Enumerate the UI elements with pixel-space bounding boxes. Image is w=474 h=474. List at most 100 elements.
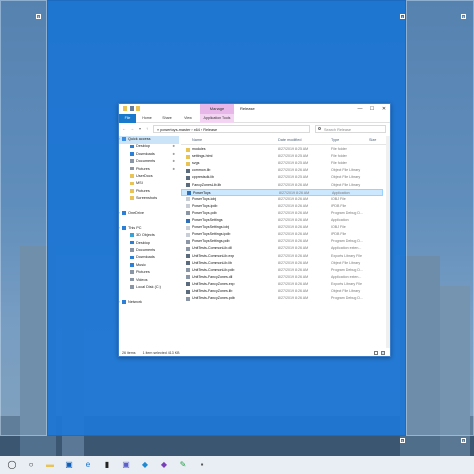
terminal-icon[interactable]: ▮ xyxy=(101,459,113,471)
file-name: cpprestsdk.lib xyxy=(192,175,214,180)
file-name: PowerToysSettings xyxy=(192,218,223,222)
back-button[interactable]: ← xyxy=(121,124,127,134)
nav-item[interactable]: Documents xyxy=(119,247,179,255)
file-row[interactable]: UnitTests-CommonLib.pdb 8/27/2019 8:26 AM… xyxy=(181,267,383,274)
nav-item[interactable]: › This PC xyxy=(119,225,179,233)
forward-button[interactable]: → xyxy=(129,124,135,134)
large-icons-view-icon[interactable] xyxy=(381,351,385,355)
tab-view[interactable]: View xyxy=(181,114,195,123)
file-list[interactable]: Name Date modified Type Size modules 8/27… xyxy=(181,136,390,348)
file-row[interactable]: common.lib 8/27/2019 8:26 AM Object File L… xyxy=(181,167,383,174)
nav-item[interactable]: MSI xyxy=(119,180,179,188)
vertical-scrollbar[interactable] xyxy=(386,136,390,348)
chevron-right-icon[interactable]: › xyxy=(119,299,120,307)
nav-item[interactable]: 3D Objects xyxy=(119,232,179,240)
tab-share[interactable]: Share xyxy=(160,114,174,123)
nav-item[interactable]: Pictures xyxy=(119,188,179,196)
column-header-date[interactable]: Date modified xyxy=(278,136,301,145)
file-row[interactable]: PowerToysSettings.iobj 8/27/2019 8:26 AM I… xyxy=(181,224,383,231)
file-name: PowerToysSettings.iobj xyxy=(192,225,230,230)
search-taskbar-icon[interactable]: ○ xyxy=(25,459,37,471)
nav-item[interactable]: Local Disk (C:) xyxy=(119,284,179,292)
folder-icon xyxy=(186,154,190,159)
chevron-right-icon[interactable]: › xyxy=(119,225,120,233)
nav-item[interactable]: Pictures ✱ xyxy=(119,166,179,174)
navigation-pane[interactable]: › Quick access Desktop ✱ Downloads ✱ Documents… xyxy=(119,136,179,348)
edge-icon[interactable]: e xyxy=(82,459,94,471)
file-row[interactable]: PowerToys.iobj 8/27/2019 8:26 AM IOBJ File xyxy=(181,196,383,203)
nav-item[interactable]: Screenshots xyxy=(119,195,179,203)
properties-icon[interactable] xyxy=(130,106,134,111)
manage-contextual-tab[interactable]: Manage xyxy=(200,104,234,114)
file-row[interactable]: UnitTests-CommonLib.lib 8/27/2019 8:26 AM… xyxy=(181,260,383,267)
nav-item[interactable]: Downloads xyxy=(119,254,179,262)
outlook-icon[interactable]: ▣ xyxy=(63,459,75,471)
file-row[interactable]: svgs 8/27/2019 8:25 AM File folder xyxy=(181,160,383,167)
minimize-button[interactable]: — xyxy=(354,104,366,114)
file-row[interactable]: UnitTests-FancyZones.exp 8/27/2019 8:26 A… xyxy=(181,281,383,288)
file-row[interactable]: PowerToysSettings.ipdb 8/27/2019 8:26 AM I… xyxy=(181,231,383,238)
column-header-name[interactable]: Name xyxy=(192,136,202,145)
paint-icon[interactable]: ✎ xyxy=(177,459,189,471)
nav-item[interactable]: › Quick access xyxy=(119,136,179,144)
tab-home[interactable]: Home xyxy=(140,114,154,123)
file-date: 8/27/2019 8:26 AM xyxy=(278,225,309,230)
details-view-icon[interactable] xyxy=(374,351,378,355)
file-row[interactable]: PowerToysSettings 8/27/2019 8:26 AM Applic… xyxy=(181,217,383,224)
nav-item[interactable]: Music xyxy=(119,262,179,270)
app-icon xyxy=(186,218,190,223)
file-row[interactable]: settings-html 8/27/2019 8:25 AM File folde… xyxy=(181,153,383,160)
lib-icon xyxy=(186,282,190,287)
visual-studio-icon[interactable]: ◆ xyxy=(158,459,170,471)
nav-item[interactable]: › OneDrive xyxy=(119,210,179,218)
file-row[interactable]: PowerToys.ipdb 8/27/2019 8:26 AM IPDB File xyxy=(181,203,383,210)
file-row[interactable]: UnitTests-CommonLib.dll 8/27/2019 8:26 AM… xyxy=(181,245,383,252)
file-row[interactable]: UnitTests-CommonLib.exp 8/27/2019 8:26 AM… xyxy=(181,253,383,260)
column-header-size[interactable]: Size xyxy=(369,136,376,145)
title-bar[interactable]: Manage Release — ☐ ✕ xyxy=(119,104,390,114)
tab-file[interactable]: File xyxy=(119,114,136,123)
nav-item[interactable]: Videos xyxy=(119,277,179,285)
nav-item-label: Desktop xyxy=(136,144,150,149)
file-row[interactable]: UnitTests-FancyZones.lib 8/27/2019 8:26 A… xyxy=(181,288,383,295)
up-button[interactable]: ↑ xyxy=(144,124,150,134)
chevron-right-icon[interactable]: › xyxy=(119,210,120,218)
documents-icon xyxy=(130,248,134,252)
start-icon[interactable]: ◯ xyxy=(6,459,18,471)
tab-application-tools[interactable]: Application Tools xyxy=(200,114,234,123)
nav-item[interactable]: Desktop xyxy=(119,240,179,248)
file-row[interactable]: cpprestsdk.lib 8/27/2019 8:25 AM Object Fi… xyxy=(181,174,383,181)
chevron-right-icon[interactable]: › xyxy=(119,136,120,144)
nav-item-label: Pictures xyxy=(136,166,150,171)
nav-item[interactable]: Desktop ✱ xyxy=(119,143,179,151)
file-type: IOBJ File xyxy=(331,196,346,201)
nav-item[interactable]: › Network xyxy=(119,299,179,307)
zone-number-label: 1 xyxy=(36,14,41,19)
file-row[interactable]: PowerToys.pdb 8/27/2019 8:26 AM Program De… xyxy=(181,210,383,217)
file-type: IPDB File xyxy=(331,203,347,208)
file-row[interactable]: PowerToysSettings.pdb 8/27/2019 8:26 AM Pr… xyxy=(181,238,383,245)
app-icon-extra[interactable]: ▪ xyxy=(196,459,208,471)
file-row[interactable]: UnitTests-FancyZones.pdb 8/27/2019 8:26 A… xyxy=(181,295,383,302)
file-row[interactable]: UnitTests-FancyZones.dll 8/27/2019 8:26 A… xyxy=(181,274,383,281)
file-type: Program Debug D... xyxy=(331,296,363,301)
file-row[interactable]: FancyZonesLib.lib 8/27/2019 8:26 AM Object… xyxy=(181,182,383,189)
nav-item[interactable]: Pictures xyxy=(119,269,179,277)
chevron-down-icon[interactable]: ▾ xyxy=(137,124,143,134)
nav-item[interactable]: Documents ✱ xyxy=(119,158,179,166)
search-input[interactable]: Search Release xyxy=(315,125,386,133)
maximize-button[interactable]: ☐ xyxy=(366,104,378,114)
file-explorer-window[interactable]: Manage Release — ☐ ✕ File Home Share Vie… xyxy=(118,103,391,357)
file-row[interactable]: PowerToys 8/27/2019 8:26 AM Application xyxy=(181,188,383,196)
vscode-icon[interactable]: ◆ xyxy=(139,459,151,471)
close-button[interactable]: ✕ xyxy=(378,104,390,114)
nav-item[interactable]: Downloads ✱ xyxy=(119,151,179,159)
column-header-type[interactable]: Type xyxy=(331,136,339,145)
new-folder-icon[interactable] xyxy=(136,106,140,111)
file-explorer-icon[interactable]: ▬ xyxy=(44,459,56,471)
item-count: 26 items xyxy=(122,351,136,355)
file-row[interactable]: modules 8/27/2019 8:25 AM File folder xyxy=(181,146,383,153)
nav-item[interactable]: UserDocs xyxy=(119,173,179,181)
breadcrumb[interactable]: « powertoys-master › x64 › Release xyxy=(153,125,310,133)
teams-icon[interactable]: ▣ xyxy=(120,459,132,471)
